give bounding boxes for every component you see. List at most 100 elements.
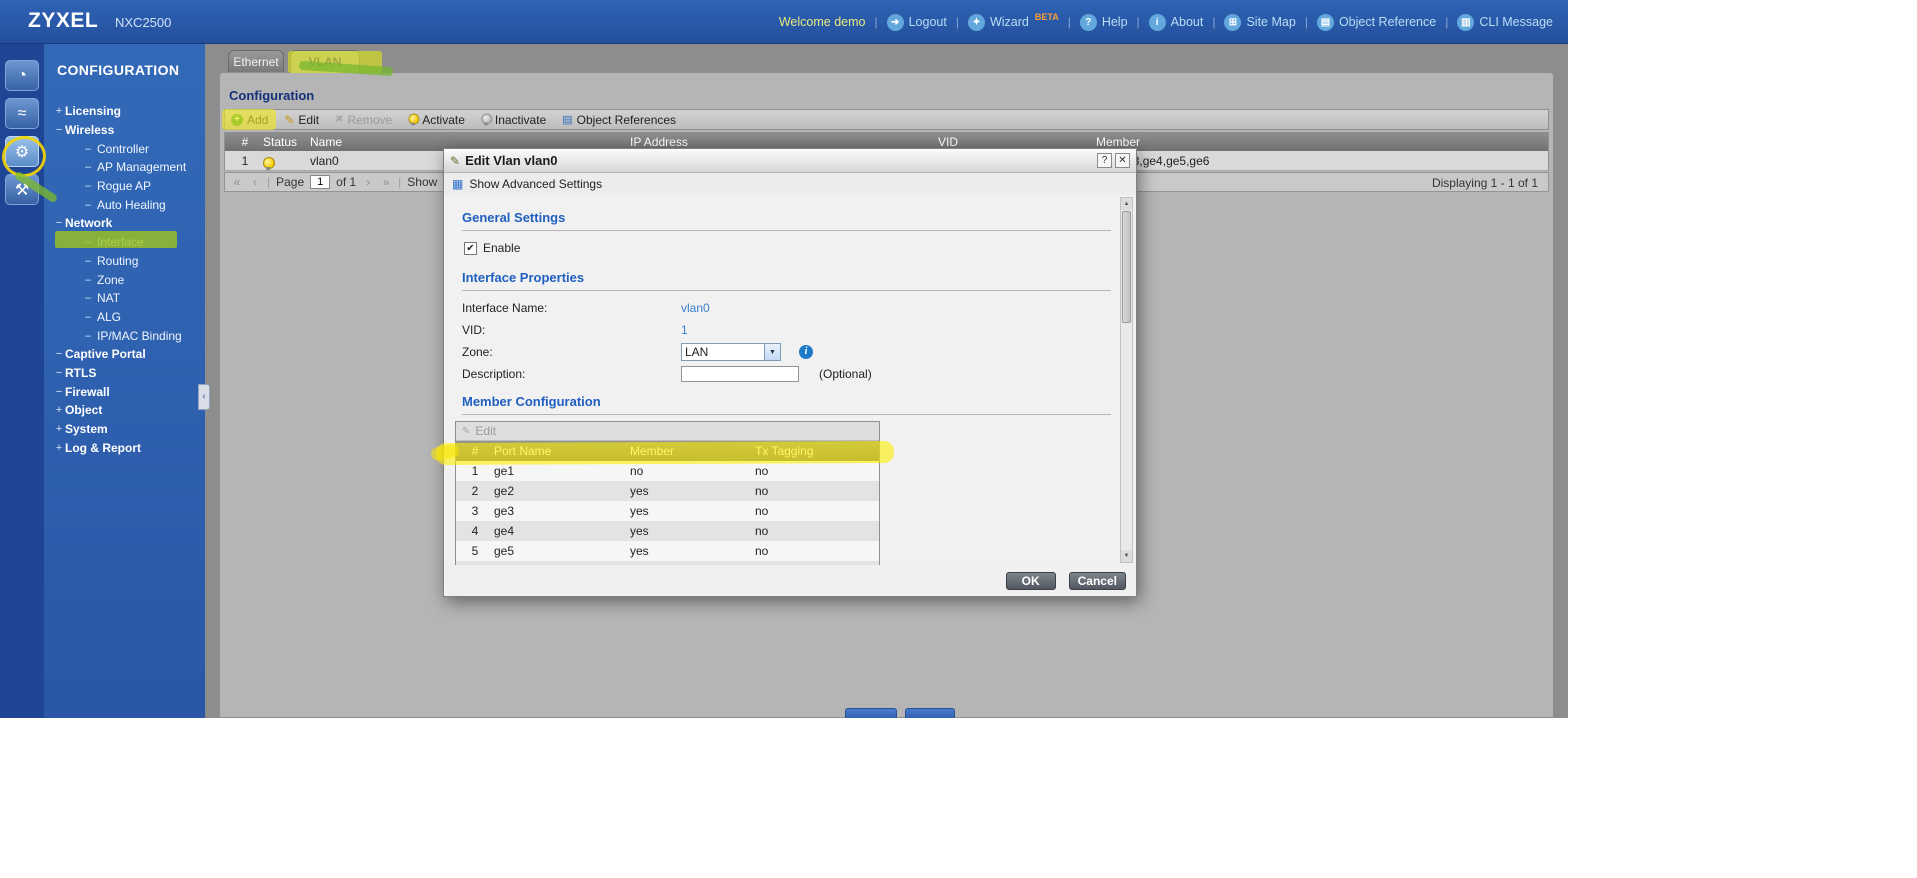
inactivate-icon <box>481 114 490 126</box>
add-button[interactable]: + Add <box>231 113 268 127</box>
info-icon[interactable]: i <box>799 345 813 359</box>
sidebar-item-ap-management[interactable]: –AP Management <box>44 158 205 177</box>
logout-link[interactable]: ➜ Logout <box>887 14 947 31</box>
sidebar-collapse-handle[interactable]: ‹ <box>198 384 210 410</box>
sidebar-item-rogue-ap[interactable]: –Rogue AP <box>44 177 205 196</box>
description-input[interactable] <box>681 366 799 382</box>
item-label: IP/MAC Binding <box>97 329 182 343</box>
member-row-ge3[interactable]: 3 ge3 yes no <box>456 501 879 521</box>
separator: | <box>1445 15 1448 29</box>
dialog-scrollbar[interactable]: ▲ ▼ <box>1120 197 1133 563</box>
dialog-title: Edit Vlan vlan0 <box>465 153 557 168</box>
dialog-titlebar[interactable]: ✎ Edit Vlan vlan0 ? ✕ <box>444 149 1136 173</box>
next-page-button[interactable]: › <box>362 175 374 189</box>
scroll-down-icon[interactable]: ▼ <box>1121 550 1132 562</box>
configuration-tab[interactable]: ⚙ <box>5 136 39 167</box>
sidebar-item-routing[interactable]: –Routing <box>44 252 205 271</box>
dashboard-icon: ◔ <box>17 67 27 85</box>
cutoff-button-right[interactable] <box>905 708 955 718</box>
activate-button[interactable]: Activate <box>408 113 465 127</box>
item-label: Captive Portal <box>65 347 146 361</box>
dialog-edit-icon: ✎ <box>450 154 460 168</box>
inactivate-button[interactable]: Inactivate <box>481 113 546 127</box>
scrollbar-thumb[interactable] <box>1122 211 1131 323</box>
dialog-help-button[interactable]: ? <box>1097 153 1112 168</box>
chevron-down-icon[interactable]: ▼ <box>764 344 780 360</box>
member-row-ge4[interactable]: 4 ge4 yes no <box>456 521 879 541</box>
sidebar-item-wireless[interactable]: −Wireless <box>44 121 205 140</box>
sidebar-item-controller[interactable]: –Controller <box>44 139 205 158</box>
show-label[interactable]: Show <box>407 175 437 189</box>
sidebar-item-network[interactable]: −Network <box>44 214 205 233</box>
last-page-button[interactable]: » <box>380 175 392 189</box>
enable-row: ✔ Enable <box>464 241 1102 255</box>
prev-page-button[interactable]: ‹ <box>249 175 261 189</box>
cell-port: ge2 <box>494 484 514 498</box>
top-menu: Welcome demo | ➜ Logout | ✦ Wizard BETA … <box>779 0 1553 44</box>
sidebar-item-licensing[interactable]: +Licensing <box>44 102 205 121</box>
zone-select[interactable]: LAN ▼ <box>681 343 781 361</box>
enable-checkbox[interactable]: ✔ <box>464 242 477 255</box>
cell-port: ge3 <box>494 504 514 518</box>
object-reference-link[interactable]: ▤ Object Reference <box>1317 14 1436 31</box>
tab-vlan[interactable]: VLAN <box>290 50 360 73</box>
sidebar-item-interface[interactable]: –Interface <box>44 233 205 252</box>
sidebar-item-log-report[interactable]: +Log & Report <box>44 438 205 457</box>
member-row-ge1[interactable]: 1 ge1 no no <box>456 461 879 481</box>
cutoff-button-left[interactable] <box>845 708 897 718</box>
scroll-up-icon[interactable]: ▲ <box>1121 198 1132 210</box>
sidebar-item-auto-healing[interactable]: –Auto Healing <box>44 195 205 214</box>
sidebar-item-firewall[interactable]: −Firewall <box>44 382 205 401</box>
col-tx-tagging: Tx Tagging <box>755 444 813 458</box>
dialog-close-button[interactable]: ✕ <box>1115 153 1130 168</box>
top-bar: ZYXEL NXC2500 Welcome demo | ➜ Logout | … <box>0 0 1568 44</box>
zone-selected-value: LAN <box>682 344 764 360</box>
dashboard-tab[interactable]: ◔ <box>5 60 39 91</box>
monitor-tab[interactable]: ≈ <box>5 98 39 129</box>
col-status: Status <box>263 135 297 149</box>
interface-name-value: vlan0 <box>681 301 710 315</box>
collapse-icon: ‹ <box>202 391 205 402</box>
gear-icon: ⚙ <box>15 142 29 162</box>
member-edit-button[interactable]: Edit <box>475 424 496 438</box>
remove-button[interactable]: ✖ Remove <box>335 113 392 127</box>
sitemap-link[interactable]: ⊞ Site Map <box>1224 14 1295 31</box>
help-icon: ? <box>1080 14 1097 31</box>
tab-ethernet[interactable]: Ethernet <box>228 50 284 73</box>
dialog-controls: ? ✕ <box>1097 153 1130 168</box>
wizard-link[interactable]: ✦ Wizard BETA <box>968 14 1059 31</box>
object-references-button[interactable]: ▤ Object References <box>562 113 676 127</box>
maintenance-tab[interactable]: ⚒ <box>5 174 39 205</box>
sidebar-item-ip-mac-binding[interactable]: –IP/MAC Binding <box>44 326 205 345</box>
first-page-button[interactable]: « <box>231 175 243 189</box>
member-row-ge5[interactable]: 5 ge5 yes no <box>456 541 879 561</box>
col-member: Member <box>630 444 674 458</box>
item-label: Log & Report <box>65 441 141 455</box>
cell-port: ge1 <box>494 464 514 478</box>
sidebar-item-zone[interactable]: –Zone <box>44 270 205 289</box>
cli-message-link[interactable]: ▥ CLI Message <box>1457 14 1553 31</box>
sidebar-item-nat[interactable]: –NAT <box>44 289 205 308</box>
page-title: Configuration <box>229 88 314 103</box>
sidebar-item-captive-portal[interactable]: −Captive Portal <box>44 345 205 364</box>
help-link[interactable]: ? Help <box>1080 14 1128 31</box>
sidebar-item-object[interactable]: +Object <box>44 401 205 420</box>
page-input[interactable] <box>310 175 330 189</box>
show-advanced-settings-toggle[interactable]: ▦ Show Advanced Settings <box>444 173 1136 195</box>
separator: | <box>1068 15 1071 29</box>
edit-button[interactable]: ✎ Edit <box>284 113 319 127</box>
cancel-button[interactable]: Cancel <box>1069 572 1126 590</box>
dialog-body: General Settings ✔ Enable Interface Prop… <box>444 195 1136 565</box>
section-heading: Interface Properties <box>462 270 584 285</box>
cell-tx: no <box>755 504 768 518</box>
item-label: Zone <box>97 273 124 287</box>
dash-icon: – <box>85 199 97 211</box>
tab-label: Ethernet <box>233 55 278 69</box>
sidebar-item-system[interactable]: +System <box>44 420 205 439</box>
sidebar-item-rtls[interactable]: −RTLS <box>44 364 205 383</box>
about-link[interactable]: i About <box>1149 14 1204 31</box>
sitemap-label: Site Map <box>1246 15 1295 29</box>
sidebar-item-alg[interactable]: –ALG <box>44 308 205 327</box>
member-row-ge2[interactable]: 2 ge2 yes no <box>456 481 879 501</box>
ok-button[interactable]: OK <box>1006 572 1056 590</box>
